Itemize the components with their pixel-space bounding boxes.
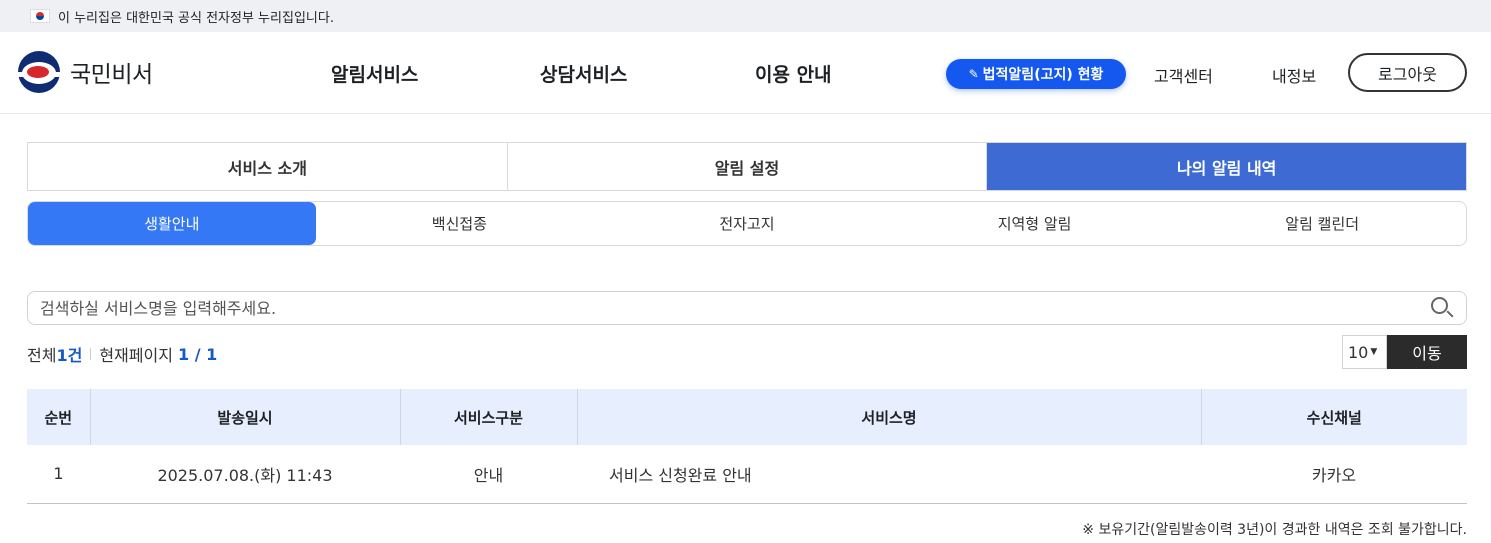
gnb-consult-service[interactable]: 상담서비스 [540, 60, 627, 87]
table-header-row: 순번 발송일시 서비스구분 서비스명 수신채널 [27, 389, 1467, 445]
col-service-type: 서비스구분 [400, 389, 578, 445]
gov-banner: 이 누리집은 대한민국 공식 전자정부 누리집입니다. [0, 0, 1491, 32]
search-box [27, 291, 1467, 325]
total-count: 1건 [56, 346, 83, 365]
gov-banner-text: 이 누리집은 대한민국 공식 전자정부 누리집입니다. [58, 10, 334, 26]
gnb-usage-guide[interactable]: 이용 안내 [755, 60, 832, 87]
divider [90, 348, 92, 360]
notification-table: 순번 발송일시 서비스구분 서비스명 수신채널 1 2025.07.08.(화)… [27, 389, 1467, 504]
pager-control: 10 ▼ 이동 [1342, 335, 1467, 369]
per-page-value: 10 [1348, 342, 1369, 362]
customer-center-link[interactable]: 고객센터 [1154, 63, 1213, 87]
gnb-notification-service[interactable]: 알림서비스 [331, 60, 418, 87]
korea-flag-icon [30, 9, 50, 23]
subtab-life-guide[interactable]: 생활안내 [28, 202, 316, 245]
cell-number: 1 [27, 445, 90, 504]
cell-channel: 카카오 [1201, 445, 1467, 504]
logo[interactable]: 국민비서 [18, 51, 153, 93]
main-tabs: 서비스 소개 알림 설정 나의 알림 내역 [27, 142, 1467, 191]
legal-notice-status-button[interactable]: ✎ 법적알림(고지) 현황 [946, 59, 1126, 89]
cell-sent-datetime: 2025.07.08.(화) 11:43 [90, 445, 400, 504]
header: 국민비서 알림서비스 상담서비스 이용 안내 ✎ 법적알림(고지) 현황 고객센… [0, 32, 1491, 114]
subtab-regional-alert[interactable]: 지역형 알림 [891, 202, 1179, 245]
col-channel: 수신채널 [1201, 389, 1467, 445]
subtab-e-notice[interactable]: 전자고지 [603, 202, 891, 245]
go-button[interactable]: 이동 [1387, 335, 1467, 369]
page-label: 현재페이지 [99, 346, 173, 365]
col-service-name: 서비스명 [577, 389, 1202, 445]
cell-service-name[interactable]: 서비스 신청완료 안내 [577, 445, 1201, 504]
tab-notification-settings[interactable]: 알림 설정 [507, 143, 988, 190]
search-input[interactable] [40, 298, 1430, 318]
page-indicator: 1 / 1 [178, 344, 218, 364]
logo-text: 국민비서 [70, 62, 153, 88]
caret-down-icon: ▼ [1370, 347, 1378, 357]
tab-my-notifications[interactable]: 나의 알림 내역 [987, 143, 1467, 190]
table-row[interactable]: 1 2025.07.08.(화) 11:43 안내 서비스 신청완료 안내 카카… [27, 445, 1467, 504]
tab-service-intro[interactable]: 서비스 소개 [28, 143, 508, 190]
col-sent-datetime: 발송일시 [90, 389, 401, 445]
col-number: 순번 [27, 389, 91, 445]
sub-tabs: 생활안내 백신접종 전자고지 지역형 알림 알림 캘린더 [27, 201, 1467, 246]
total-label: 전체 [27, 346, 57, 365]
notice-icon: ✎ [968, 67, 979, 81]
result-summary: 전체 1건 현재페이지 1 / 1 [27, 342, 217, 366]
legal-notice-label: 법적알림(고지) 현황 [982, 67, 1104, 83]
per-page-select[interactable]: 10 ▼ [1342, 335, 1387, 369]
my-info-link[interactable]: 내정보 [1272, 63, 1316, 87]
gov-emblem-icon [18, 51, 60, 93]
logout-button[interactable]: 로그아웃 [1348, 53, 1467, 92]
subtab-vaccination[interactable]: 백신접종 [316, 202, 604, 245]
retention-note: ※ 보유기간(알림발송이력 3년)이 경과한 내역은 조회 불가합니다. [1082, 522, 1467, 538]
subtab-alert-calendar[interactable]: 알림 캘린더 [1178, 202, 1466, 245]
cell-service-type: 안내 [400, 445, 577, 504]
search-icon[interactable] [1430, 296, 1454, 320]
